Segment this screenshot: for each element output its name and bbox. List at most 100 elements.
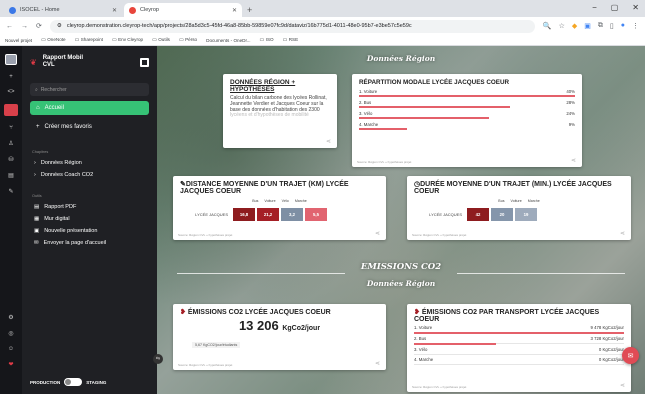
code-icon[interactable]: <> <box>7 89 14 95</box>
row-value: 0 KgCo2/jour <box>598 357 624 362</box>
tool-item[interactable]: ▤ Rapport PDF <box>34 204 157 210</box>
kpi-number: 13 206 <box>238 318 279 333</box>
mail-icon: ✉ <box>34 240 39 246</box>
bookmark-item[interactable]: ISO <box>260 37 274 43</box>
url-field[interactable]: ⚙ cleyrop.demonstration.cleyrop-tech/app… <box>49 19 535 33</box>
legend-item: Vélo <box>281 199 289 203</box>
modal-row: 3. Vélo 24% <box>359 111 575 119</box>
bookmark-item[interactable]: Pérso <box>179 37 197 43</box>
menu-icon[interactable]: ⋮ <box>632 22 639 30</box>
section-title: Données Région <box>366 54 436 63</box>
share-icon[interactable]: ⋖ <box>326 138 331 145</box>
close-icon[interactable]: ✕ <box>232 7 237 14</box>
office-icon[interactable]: ▣ <box>584 22 591 30</box>
chapter-item[interactable]: › Données Région <box>34 160 157 166</box>
tool-label: Envoyer la page d'accueil <box>43 240 107 246</box>
back-icon[interactable]: ← <box>6 23 13 30</box>
share-icon[interactable]: ⋖ <box>571 157 576 164</box>
forward-icon[interactable]: → <box>21 23 28 30</box>
bookmark-item[interactable]: RSE <box>283 37 298 43</box>
chapter-item[interactable]: › Données Coach CO2 <box>34 172 157 178</box>
sidepanel-icon[interactable]: ▯ <box>610 22 614 30</box>
branch-icon[interactable]: ⑂ <box>9 125 13 131</box>
row-value: 28% <box>566 100 575 105</box>
tool-item[interactable]: ▦ Mur digital <box>34 216 157 222</box>
close-window-icon[interactable]: ✕ <box>632 3 639 12</box>
card-hypotheses: DONNÉES RÉGION + HYPOTHÈSES Calcul du bi… <box>223 74 337 148</box>
card-description: Calcul du bilan carbone des lycées Rolli… <box>230 95 330 119</box>
zoom-icon[interactable]: 🔍 <box>543 22 552 30</box>
divider-left <box>177 273 345 274</box>
nav-home[interactable]: ⌂ Accueil <box>30 101 149 115</box>
transport-row: 3. Vélo 0 KgCo2/jour <box>414 345 624 355</box>
puzzle-icon[interactable]: ⧉ <box>598 22 603 30</box>
help-icon[interactable]: ◎ <box>8 330 13 337</box>
share-icon[interactable]: ⋖ <box>375 230 380 237</box>
qr-icon[interactable] <box>140 57 149 67</box>
collapse-sidebar-button[interactable]: ⇆ <box>153 354 163 364</box>
reload-icon[interactable]: ⟳ <box>36 22 42 30</box>
new-tab-icon[interactable]: + <box>247 5 252 15</box>
nav-create-label: Créer mes favoris <box>44 124 92 130</box>
bookmark-item[interactable]: OneNote <box>41 37 65 43</box>
settings-icon[interactable]: ⚙ <box>8 314 13 321</box>
environment-toggle[interactable] <box>64 378 83 386</box>
section-tools: Outils <box>32 194 42 198</box>
card-source: Source: Région CVL + hypothèses projet <box>178 233 233 237</box>
pin-icon[interactable]: ✎ <box>8 188 13 195</box>
browser-tab-isocel[interactable]: ISOCEL - Home ✕ <box>4 3 122 17</box>
tool-item[interactable]: ▣ Nouvelle présentation <box>34 228 157 234</box>
chart-icon[interactable]: ▤ <box>8 172 14 179</box>
star-icon[interactable]: ☆ <box>559 22 565 30</box>
tab-label: ISOCEL - Home <box>20 7 60 13</box>
workspace-icon[interactable] <box>5 54 17 65</box>
site-info-icon[interactable]: ⚙ <box>57 23 62 29</box>
browser-tab-cleyrop[interactable]: Cleyrop ✕ <box>124 3 242 17</box>
bar-segment: 20 <box>491 208 513 221</box>
card-title: ❥ ÉMISSIONS CO2 PAR TRANSPORT LYCÉE JACQ… <box>414 309 624 323</box>
add-icon[interactable]: + <box>9 74 13 80</box>
stacked-bar-row: LYCÉE JACQUES 42 20 19 <box>414 208 624 221</box>
maximize-icon[interactable]: ▢ <box>611 3 619 12</box>
bookmark-item[interactable]: Sharepoint <box>75 37 103 43</box>
address-bar-row: ← → ⟳ ⚙ cleyrop.demonstration.cleyrop-te… <box>0 17 645 35</box>
row-label: 1. Voiture <box>414 325 433 330</box>
dashboard-icon[interactable] <box>4 104 18 116</box>
modal-row: 1. Voiture 40% <box>359 89 575 97</box>
report-title-line2: CVL <box>42 62 55 68</box>
share-icon[interactable]: ⋖ <box>620 230 625 237</box>
bar-row-label: LYCÉE JACQUES <box>195 212 228 217</box>
row-value: 3 728 KgCo2/jour <box>590 336 624 341</box>
minimize-icon[interactable]: − <box>592 3 597 12</box>
card-modal-split: RÉPARTITION MODALE LYCÉE JACQUES COEUR 1… <box>352 74 582 167</box>
leaf-icon: ❥ <box>414 309 420 316</box>
tool-label: Rapport PDF <box>44 204 77 210</box>
card-title: DONNÉES RÉGION + HYPOTHÈSES <box>230 79 296 93</box>
chevron-right-icon: › <box>34 172 36 178</box>
nav-create-favorites[interactable]: + Créer mes favoris <box>30 120 149 134</box>
bar-segment: 16,8 <box>233 208 255 221</box>
card-title: RÉPARTITION MODALE LYCÉE JACQUES COEUR <box>359 79 510 86</box>
bookmark-item[interactable]: Nouvel projet <box>5 38 32 43</box>
profile-icon[interactable]: ● <box>621 22 625 30</box>
chat-button[interactable]: ✉ <box>622 347 639 364</box>
share-icon[interactable]: ⋖ <box>375 360 380 367</box>
bookmark-item[interactable]: Documents - OneDr... <box>206 38 250 43</box>
extension-icon[interactable]: ◆ <box>572 22 577 30</box>
user-icon[interactable]: ♙ <box>8 140 13 147</box>
legend-item: Marche <box>527 199 540 203</box>
card-title-text: ÉMISSIONS CO2 LYCÉE JACQUES COEUR <box>187 309 331 316</box>
card-title: ◷DURÉE MOYENNE D'UN TRAJET (MIN.) LYCÉE … <box>414 181 624 195</box>
report-canvas: Données Région DONNÉES RÉGION + HYPOTHÈS… <box>157 46 645 394</box>
share-icon[interactable]: ⋖ <box>620 382 625 389</box>
tool-item[interactable]: ✉ Envoyer la page d'accueil <box>34 240 157 246</box>
search-input[interactable]: ⌕ Rechercher <box>30 83 149 96</box>
close-icon[interactable]: ✕ <box>112 7 117 14</box>
database-icon[interactable]: ⛁ <box>8 156 13 163</box>
card-title-text: DISTANCE MOYENNE D'UN TRAJET (KM) LYCÉE … <box>180 181 349 195</box>
account-icon[interactable]: ☺ <box>8 346 14 352</box>
bookmark-item[interactable]: Outils <box>152 37 170 43</box>
bookmark-item[interactable]: Env Cleyrop <box>112 37 143 43</box>
row-value: 24% <box>566 111 575 116</box>
row-label: 2. Bus <box>359 100 372 105</box>
